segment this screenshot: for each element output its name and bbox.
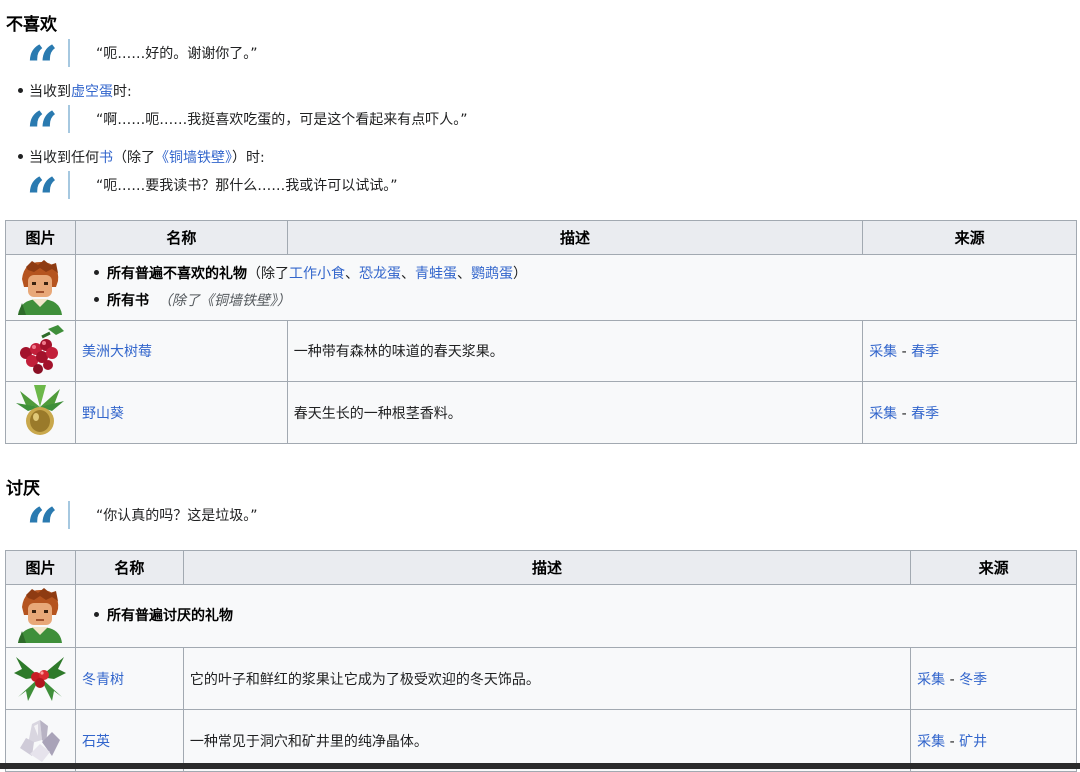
item-source-cell: 采集 - 春季 (862, 381, 1077, 444)
dislike-quote-3: “ “呃……要我读书？那什么……我或许可以试试。” (26, 168, 398, 205)
hate-quote: “ “你认真的吗？这是垃圾。” (26, 498, 258, 535)
link-winter[interactable]: 冬季 (959, 672, 987, 688)
dislike-heading: 不喜欢 (6, 15, 57, 35)
link-holly[interactable]: 冬青树 (82, 672, 124, 688)
table-row: 冬青树 它的叶子和鲜红的浆果让它成为了极受欢迎的冬天饰品。 采集 - 冬季 (5, 647, 1077, 710)
universal-gifts-cell: 所有普遍不喜欢的礼物（除了工作小食、恐龙蛋、青蛙蛋、鹦鹉蛋） 所有书 （除了《铜… (74, 254, 1078, 321)
header-description: 描述 (182, 550, 912, 585)
quartz-icon (20, 719, 61, 762)
bullet-icon (93, 269, 99, 275)
link-book[interactable]: 书 (99, 150, 113, 166)
link-mines[interactable]: 矿井 (959, 734, 987, 750)
quote-text: “呃……要我读书？那什么……我或许可以试试。” (96, 178, 398, 194)
link-foraging[interactable]: 采集 (917, 734, 945, 750)
dislike-quote-1: “ “呃……好的。谢谢你了。” (26, 36, 258, 73)
header-description: 描述 (286, 220, 864, 255)
list-item: 所有书 （除了《铜墙铁壁》） (92, 288, 1070, 315)
quote-divider (68, 501, 70, 529)
item-image-cell (5, 381, 76, 444)
bullet-icon (18, 88, 23, 93)
portrait-cell (5, 254, 76, 321)
condition-any-book: 当收到任何书（除了《铜墙铁壁》）时: (16, 147, 265, 167)
table-row: 美洲大树莓 一种带有森林的味道的春天浆果。 采集 - 春季 (5, 320, 1077, 382)
wild-horseradish-icon (16, 384, 65, 435)
alex-portrait-icon (18, 259, 63, 315)
table-row: 野山葵 春天生长的一种根茎香料。 采集 - 春季 (5, 381, 1077, 444)
link-wild-horseradish[interactable]: 野山葵 (82, 406, 124, 422)
dislike-table: 图片 名称 描述 来源 所有普遍不喜欢的礼物（除了工作小食、恐龙蛋、青蛙蛋、鹦鹉… (5, 220, 1078, 444)
bottom-edge-bar (0, 763, 1080, 769)
table-row: 所有普遍不喜欢的礼物（除了工作小食、恐龙蛋、青蛙蛋、鹦鹉蛋） 所有书 （除了《铜… (5, 254, 1078, 321)
header-image: 图片 (5, 220, 76, 255)
link-foraging[interactable]: 采集 (869, 406, 897, 422)
link-iron-wall-2[interactable]: 《铜墙铁壁》 (200, 293, 277, 309)
quote-divider (68, 105, 70, 133)
quote-divider (68, 39, 70, 67)
list-item: 所有普遍讨厌的礼物 (92, 603, 1070, 630)
link-quartz[interactable]: 石英 (82, 734, 110, 750)
link-foraging[interactable]: 采集 (917, 672, 945, 688)
item-image-cell (5, 320, 76, 382)
quote-mark-icon: “ (26, 105, 59, 139)
quote-mark-icon: “ (26, 171, 59, 205)
universal-gifts-cell: 所有普遍讨厌的礼物 (74, 584, 1078, 648)
bullet-icon (18, 154, 23, 159)
dislike-quote-2: “ “啊……呃……我挺喜欢吃蛋的，可是这个看起来有点吓人。” (26, 102, 468, 139)
link-void-egg[interactable]: 虚空蛋 (71, 84, 113, 100)
quote-divider (68, 171, 70, 199)
item-source-cell: 采集 - 冬季 (910, 647, 1077, 710)
bullet-icon (93, 611, 99, 617)
item-image-cell (5, 647, 76, 710)
link-universal-hates[interactable]: 普遍讨厌的礼物 (135, 608, 233, 624)
universal-list: 所有普遍不喜欢的礼物（除了工作小食、恐龙蛋、青蛙蛋、鹦鹉蛋） 所有书 （除了《铜… (82, 261, 1070, 315)
item-name-cell: 野山葵 (74, 381, 288, 444)
header-image: 图片 (5, 550, 76, 585)
link-universal-dislikes[interactable]: 普遍不喜欢的礼物 (135, 266, 247, 282)
link-spring[interactable]: 春季 (911, 406, 939, 422)
table-header-row: 图片 名称 描述 来源 (5, 220, 1077, 255)
quote-mark-icon: “ (26, 39, 59, 73)
link-parrot-egg[interactable]: 鹦鹉蛋 (471, 266, 513, 282)
header-source: 来源 (862, 220, 1077, 255)
salmonberry-icon (20, 325, 65, 374)
portrait-cell (5, 584, 76, 648)
hate-table: 图片 名称 描述 来源 所有普遍讨厌的礼物 冬青树 它的叶子和鲜红的浆果让它成为… (5, 550, 1078, 772)
item-name-cell: 美洲大树莓 (74, 320, 288, 382)
item-name-cell: 冬青树 (74, 647, 184, 710)
bullet-icon (93, 296, 99, 302)
item-description-cell: 春天生长的一种根茎香料。 (286, 381, 864, 444)
link-spring[interactable]: 春季 (911, 344, 939, 360)
quote-text: “呃……好的。谢谢你了。” (96, 46, 258, 62)
link-foraging[interactable]: 采集 (869, 344, 897, 360)
link-salmonberry[interactable]: 美洲大树莓 (82, 344, 152, 360)
link-dinosaur-egg[interactable]: 恐龙蛋 (359, 266, 401, 282)
header-name: 名称 (74, 550, 184, 585)
header-source: 来源 (910, 550, 1077, 585)
alex-portrait-icon (18, 588, 63, 643)
quote-text: “你认真的吗？这是垃圾。” (96, 508, 258, 524)
link-frog-egg[interactable]: 青蛙蛋 (415, 266, 457, 282)
list-item: 所有普遍不喜欢的礼物（除了工作小食、恐龙蛋、青蛙蛋、鹦鹉蛋） (92, 261, 1070, 288)
quote-text: “啊……呃……我挺喜欢吃蛋的，可是这个看起来有点吓人。” (96, 112, 468, 128)
quote-mark-icon: “ (26, 501, 59, 535)
link-work-snack[interactable]: 工作小食 (289, 266, 345, 282)
header-name: 名称 (74, 220, 288, 255)
universal-list: 所有普遍讨厌的礼物 (82, 603, 1070, 630)
item-description-cell: 一种带有森林的味道的春天浆果。 (286, 320, 864, 382)
item-source-cell: 采集 - 春季 (862, 320, 1077, 382)
table-header-row: 图片 名称 描述 来源 (5, 550, 1077, 585)
item-description-cell: 它的叶子和鲜红的浆果让它成为了极受欢迎的冬天饰品。 (182, 647, 912, 710)
table-row: 所有普遍讨厌的礼物 (5, 584, 1078, 648)
holly-icon (14, 656, 67, 701)
condition-void-egg: 当收到虚空蛋时: (16, 81, 132, 101)
hate-heading: 讨厌 (6, 479, 40, 499)
link-books[interactable]: 书 (135, 293, 149, 309)
link-iron-wall[interactable]: 《铜墙铁壁》 (155, 150, 232, 166)
